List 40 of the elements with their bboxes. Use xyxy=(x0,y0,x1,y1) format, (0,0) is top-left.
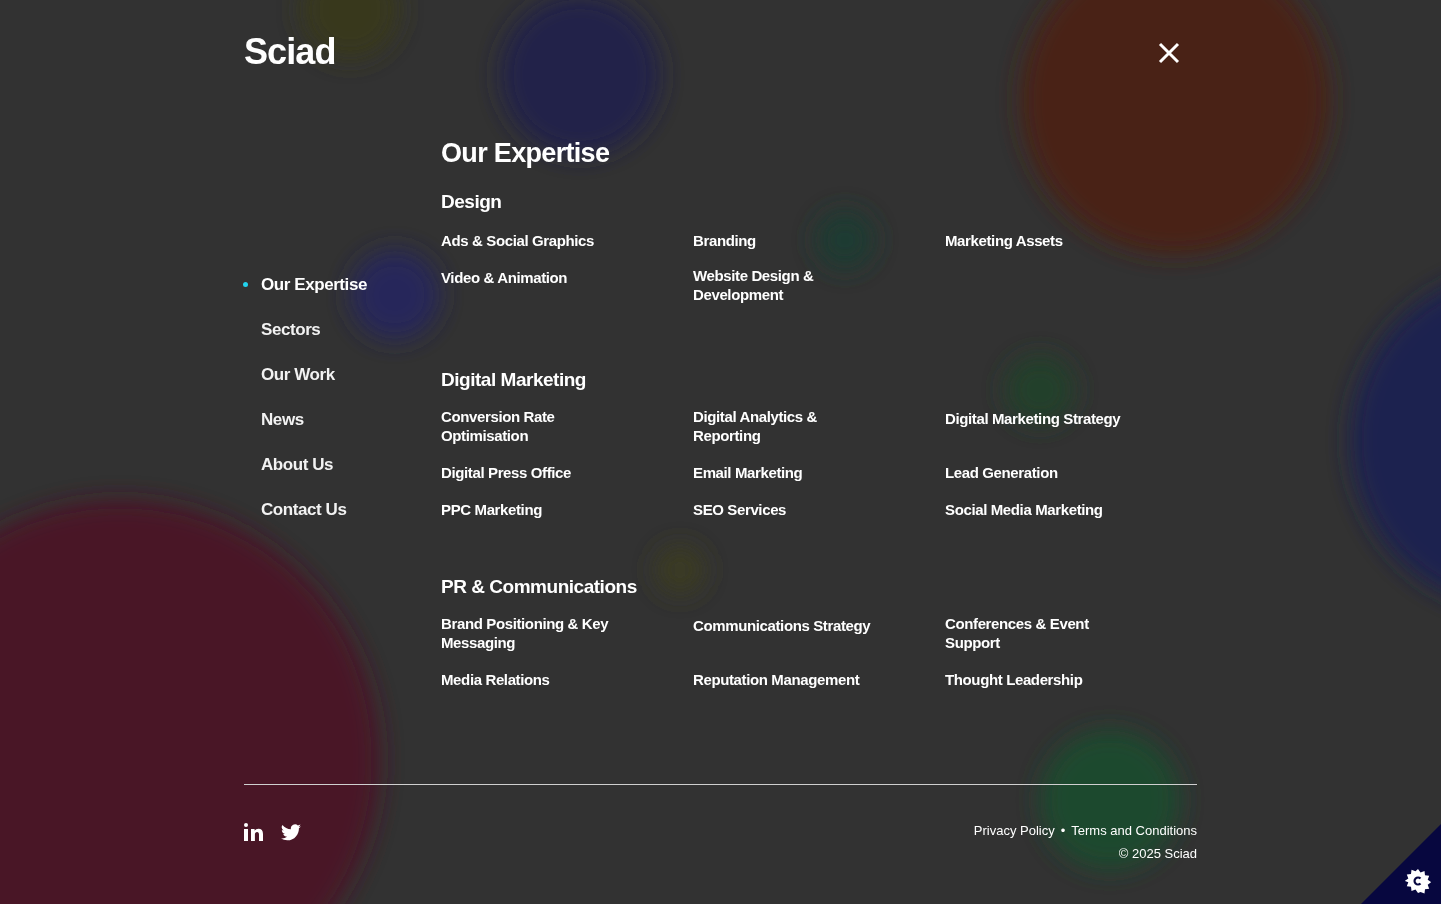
nav-link[interactable]: About Us xyxy=(261,451,334,478)
menu-link[interactable]: Video & Animation xyxy=(441,268,568,287)
nav-link[interactable]: Our Expertise xyxy=(261,271,367,298)
menu-link[interactable]: Communications Strategy xyxy=(693,616,871,635)
copyright: © 2025 Sciad xyxy=(1118,845,1197,863)
close-icon xyxy=(1158,41,1180,64)
menu-link[interactable]: SEO Services xyxy=(693,500,787,519)
linkedin-icon[interactable] xyxy=(244,823,263,841)
menu-link[interactable]: Lead Generation xyxy=(945,463,1058,482)
terms-link[interactable]: Terms and Conditions xyxy=(1071,821,1197,840)
menu-link[interactable]: Brand Positioning & Key Messaging xyxy=(441,614,626,652)
menu-link[interactable]: Digital Analytics & Reporting xyxy=(693,407,878,445)
section-heading: PR & Communications xyxy=(441,575,638,599)
close-button[interactable] xyxy=(1157,40,1181,65)
menu-link[interactable]: Ads & Social Graphics xyxy=(441,231,594,250)
privacy-link[interactable]: Privacy Policy xyxy=(973,821,1055,840)
menu-link[interactable]: Conversion Rate Optimisation xyxy=(441,407,626,445)
twitter-icon[interactable] xyxy=(281,823,301,841)
menu-link[interactable]: Reputation Management xyxy=(693,670,860,689)
menu-link[interactable]: PPC Marketing xyxy=(441,500,542,519)
menu-link[interactable]: Social Media Marketing xyxy=(945,500,1103,519)
gear-icon xyxy=(1405,868,1431,894)
menu-link[interactable]: Digital Marketing Strategy xyxy=(945,409,1121,428)
menu-link[interactable]: Media Relations xyxy=(441,670,550,689)
menu-link[interactable]: Email Marketing xyxy=(693,463,803,482)
section-heading: Design xyxy=(441,190,503,214)
menu-link[interactable]: Digital Press Office xyxy=(441,463,572,482)
separator: • xyxy=(1060,822,1066,840)
menu-link[interactable]: Conferences & Event Support xyxy=(945,614,1130,652)
section-heading: Digital Marketing xyxy=(441,368,587,392)
nav-link[interactable]: Contact Us xyxy=(261,496,347,523)
menu-link[interactable]: Branding xyxy=(693,231,756,250)
menu-link[interactable]: Thought Leadership xyxy=(945,670,1083,689)
menu-title: Our Expertise xyxy=(441,137,611,170)
menu-link[interactable]: Marketing Assets xyxy=(945,231,1063,250)
menu-link[interactable]: Website Design & Development xyxy=(693,266,878,304)
nav-link[interactable]: Our Work xyxy=(261,361,335,388)
nav-link[interactable]: News xyxy=(261,406,304,433)
nav-link[interactable]: Sectors xyxy=(261,316,321,343)
logo[interactable]: Sciad xyxy=(244,31,336,72)
